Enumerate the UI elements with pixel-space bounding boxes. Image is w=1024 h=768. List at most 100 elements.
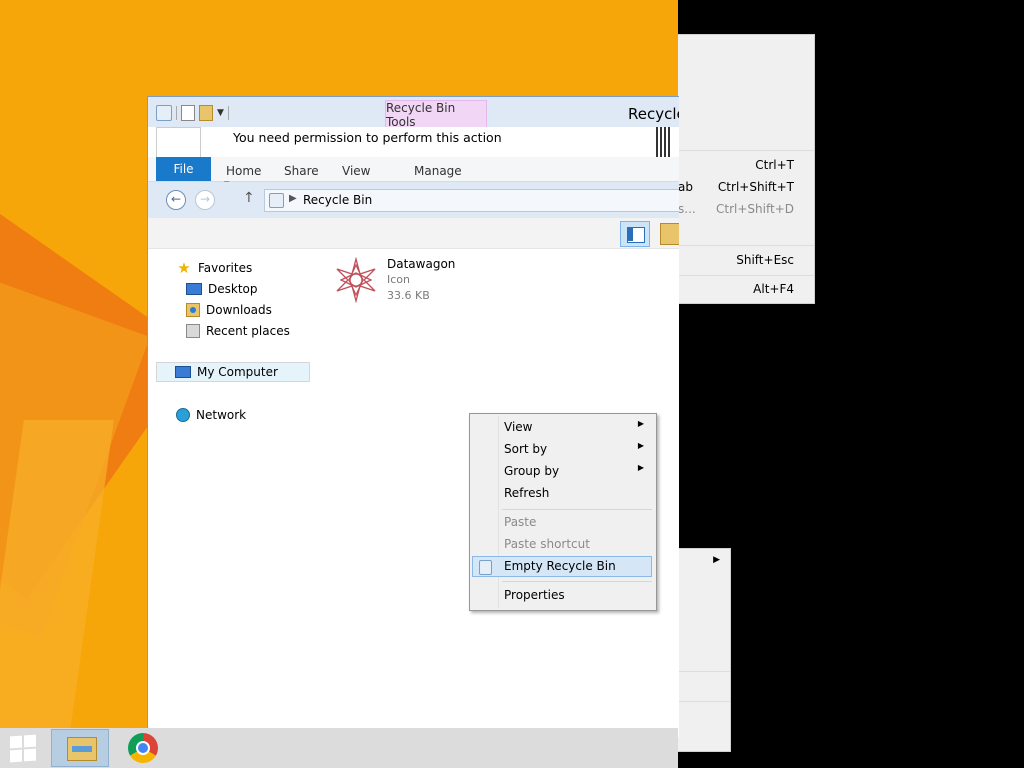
file-type: Icon xyxy=(387,273,410,286)
nav-label: Downloads xyxy=(206,303,272,317)
submenu-arrow-icon: ▶ xyxy=(637,463,644,472)
menu-item-properties[interactable]: Properties xyxy=(472,585,652,606)
nav-label: Network xyxy=(196,408,247,422)
recycle-bin-icon xyxy=(269,193,284,208)
wallpaper-shape xyxy=(0,420,114,760)
menu-item-label: Paste xyxy=(504,515,537,529)
downloads-icon xyxy=(186,303,200,317)
nav-label: Favorites xyxy=(198,261,253,275)
menu-item-paste-shortcut: Paste shortcut xyxy=(472,534,652,555)
shortcut-label: Ctrl+Shift+T xyxy=(717,180,794,194)
menu-item-label: Refresh xyxy=(504,486,550,500)
tab-view[interactable]: View xyxy=(342,164,370,178)
tab-manage[interactable]: Manage xyxy=(414,164,462,178)
shortcut-label: Alt+F4 xyxy=(753,282,794,296)
menu-fragment: ab xyxy=(678,180,693,194)
context-menu: View ▶ Sort by ▶ Group by ▶ Refresh Past… xyxy=(469,413,657,611)
address-bar[interactable]: ▶ Recycle Bin xyxy=(264,189,679,212)
breadcrumb-chevron-icon[interactable]: ▶ xyxy=(289,193,297,204)
file-item[interactable]: Datawagon Icon 33.6 KB xyxy=(333,257,493,307)
nav-label: My Computer xyxy=(197,365,278,379)
start-button[interactable] xyxy=(10,734,38,763)
permission-dialog-fragment xyxy=(156,127,201,159)
permission-banner: You need permission to perform this acti… xyxy=(206,127,652,157)
windows-logo-icon xyxy=(10,749,22,763)
shortcut-label: Ctrl+Shift+D xyxy=(716,202,794,216)
menu-item-label: Properties xyxy=(504,588,565,602)
toolbar-divider xyxy=(176,106,177,120)
nav-label: Recent places xyxy=(206,324,290,338)
preview-pane-button[interactable] xyxy=(620,221,650,247)
submenu-arrow-icon: ▶ xyxy=(637,441,644,450)
submenu-arrow-icon: ▶ xyxy=(713,555,720,565)
windows-logo-icon xyxy=(24,734,36,748)
permission-message: You need permission to perform this acti… xyxy=(233,130,502,145)
menu-item-paste: Paste xyxy=(472,512,652,533)
menu-item-group-by[interactable]: Group by ▶ xyxy=(472,461,652,482)
file-explorer-icon xyxy=(67,737,97,761)
recent-places-icon xyxy=(186,324,200,338)
tab-share[interactable]: Share xyxy=(284,164,319,178)
windows-logo-icon xyxy=(10,735,22,749)
shortcut-label: Ctrl+T xyxy=(755,158,794,172)
menu-separator xyxy=(502,509,652,510)
windows-logo-icon xyxy=(24,748,36,762)
nav-label: Desktop xyxy=(208,282,258,296)
pane-icon xyxy=(627,227,633,241)
menu-item-label: Paste shortcut xyxy=(504,537,590,551)
menu-separator xyxy=(502,581,652,582)
new-folder-icon[interactable] xyxy=(199,105,213,121)
recycle-bin-icon xyxy=(156,105,172,121)
breadcrumb-recycle-bin[interactable]: Recycle Bin xyxy=(303,193,372,207)
menu-item-label: Empty Recycle Bin xyxy=(504,559,616,573)
menu-separator xyxy=(678,275,814,276)
menu-item-sort-by[interactable]: Sort by ▶ xyxy=(472,439,652,460)
menu-separator xyxy=(678,701,730,702)
nav-my-computer[interactable]: My Computer xyxy=(156,362,310,382)
tab-home[interactable]: Home xyxy=(226,164,261,178)
menu-item-refresh[interactable]: Refresh xyxy=(472,483,652,504)
up-arrow-icon[interactable]: ↑ xyxy=(243,190,255,206)
star-icon: ★ xyxy=(177,259,191,277)
customize-toolbar-icon[interactable]: ▼ xyxy=(217,108,224,118)
submenu-arrow-icon: ▶ xyxy=(637,419,644,428)
menu-item-view[interactable]: View ▶ xyxy=(472,417,652,438)
contextual-tab-recycle-bin-tools[interactable]: Recycle Bin Tools xyxy=(385,100,487,129)
datawagon-file-icon xyxy=(336,257,376,303)
back-arrow-icon[interactable]: ← xyxy=(166,190,186,210)
quick-access-toolbar: ▼ xyxy=(156,104,229,122)
taskbar-file-explorer[interactable] xyxy=(51,729,109,767)
recycle-bin-icon xyxy=(479,560,492,575)
toolbar-divider xyxy=(227,106,229,120)
nav-item-recent-places[interactable]: Recent places xyxy=(186,321,290,341)
menu-separator xyxy=(678,671,730,672)
folder-icon[interactable] xyxy=(660,223,679,245)
nav-favorites[interactable]: ★ Favorites xyxy=(176,258,252,278)
navigation-pane: ★ Favorites Desktop Downloads Recent pla… xyxy=(156,248,316,728)
view-toolbar xyxy=(148,218,679,249)
scroll-artifact xyxy=(656,127,670,157)
menu-item-label: View xyxy=(504,420,533,434)
properties-icon[interactable] xyxy=(181,105,195,121)
file-name: Datawagon xyxy=(387,257,456,271)
desktop-icon xyxy=(186,283,202,295)
menu-item-label: Sort by xyxy=(504,442,548,456)
background-submenu: ▶ xyxy=(678,548,731,752)
shortcut-label: Shift+Esc xyxy=(736,253,794,267)
taskbar-chrome-icon[interactable] xyxy=(128,733,158,763)
menu-item-empty-recycle-bin[interactable]: Empty Recycle Bin xyxy=(472,556,652,577)
nav-item-desktop[interactable]: Desktop xyxy=(186,279,258,299)
window-title: Recycle xyxy=(628,105,679,123)
menu-fragment: s... xyxy=(678,202,696,216)
menu-separator xyxy=(678,150,814,151)
forward-arrow-icon: → xyxy=(195,190,215,210)
computer-icon xyxy=(175,366,191,378)
file-size: 33.6 KB xyxy=(387,289,430,302)
nav-item-downloads[interactable]: Downloads xyxy=(186,300,272,320)
menu-item-label: Group by xyxy=(504,464,560,478)
menu-separator xyxy=(678,245,814,246)
background-menu: Ctrl+T ab Ctrl+Shift+T s... Ctrl+Shift+D… xyxy=(678,34,815,304)
tab-file[interactable]: File xyxy=(156,157,211,181)
nav-network[interactable]: Network xyxy=(176,405,246,425)
network-icon xyxy=(176,408,190,422)
